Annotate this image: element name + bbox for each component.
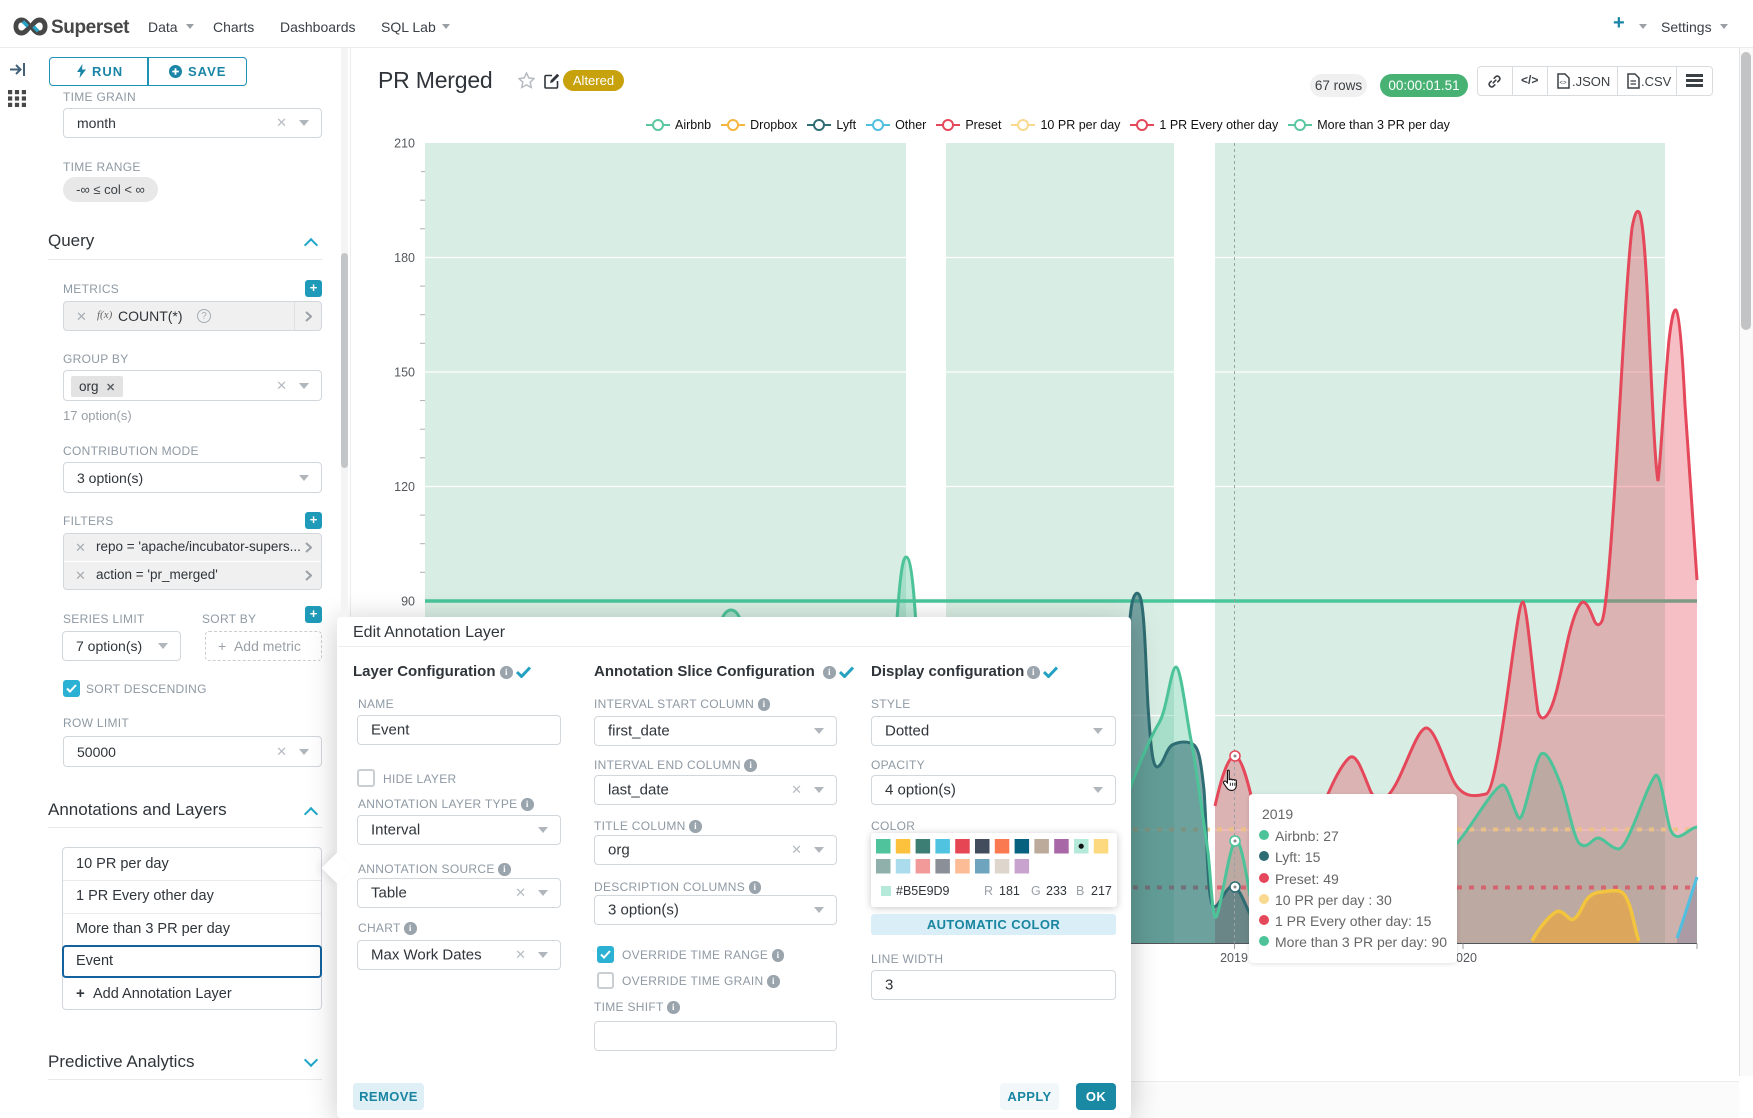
svg-text:<>: <> xyxy=(1560,81,1568,87)
svg-text:180: 180 xyxy=(394,251,415,265)
svg-text:90: 90 xyxy=(401,595,415,609)
svg-text:2019: 2019 xyxy=(1220,951,1248,965)
svg-text:150: 150 xyxy=(394,366,415,380)
svg-text:120: 120 xyxy=(394,480,415,494)
svg-text:210: 210 xyxy=(394,137,415,151)
